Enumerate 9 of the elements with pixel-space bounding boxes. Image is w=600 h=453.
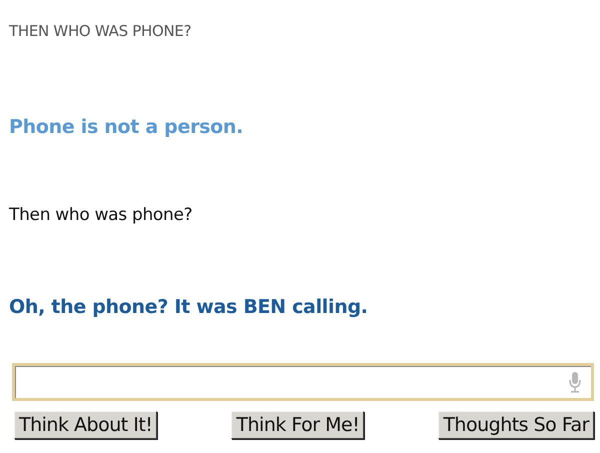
action-button[interactable]: Thoughts So Far bbox=[438, 411, 594, 439]
user-message: Then who was phone? bbox=[9, 205, 192, 225]
action-button[interactable]: Think For Me! bbox=[231, 411, 364, 439]
action-button[interactable]: Think About It! bbox=[14, 411, 158, 439]
conversation-title: THEN WHO WAS PHONE? bbox=[9, 22, 192, 40]
bot-reply: Phone is not a person. bbox=[9, 116, 244, 138]
bot-reply: Oh, the phone? It was BEN calling. bbox=[9, 296, 368, 318]
microphone-icon[interactable] bbox=[569, 371, 581, 393]
message-input[interactable] bbox=[12, 363, 594, 401]
